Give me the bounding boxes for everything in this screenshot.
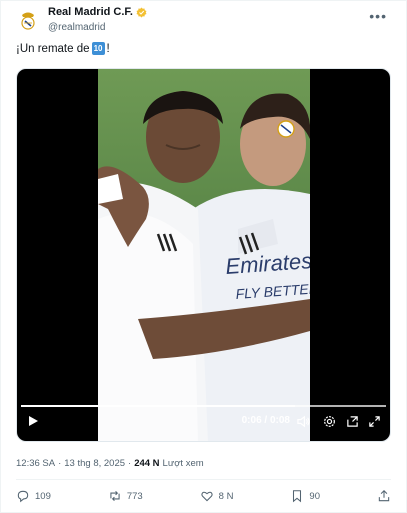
tweet-meta: 12:36 SA · 13 thg 8, 2025 · 244 N Lượt x… bbox=[16, 458, 204, 469]
action-bar: 109 773 8 N 90 bbox=[16, 487, 391, 505]
reply-count: 109 bbox=[35, 490, 51, 502]
tweet-time[interactable]: 12:36 SA bbox=[16, 458, 55, 469]
post-text-after: ! bbox=[106, 42, 110, 55]
settings-gear-icon[interactable] bbox=[323, 415, 336, 428]
repost-count: 773 bbox=[126, 490, 143, 502]
avatar[interactable] bbox=[16, 9, 40, 33]
repost-button[interactable]: 773 bbox=[108, 489, 143, 503]
meta-separator: · bbox=[58, 458, 62, 469]
share-button[interactable] bbox=[377, 489, 391, 503]
heart-icon bbox=[201, 491, 213, 502]
bookmark-button[interactable]: 90 bbox=[290, 489, 320, 503]
repost-icon bbox=[110, 490, 120, 502]
fullscreen-icon[interactable] bbox=[368, 415, 381, 428]
views-label: Lượt xem bbox=[162, 458, 204, 469]
video-progress-fill bbox=[21, 405, 295, 407]
view-count: 244 N bbox=[134, 458, 160, 469]
play-icon[interactable] bbox=[27, 415, 39, 427]
divider bbox=[16, 479, 391, 480]
video-progress-bar[interactable] bbox=[21, 405, 386, 407]
bookmark-icon bbox=[293, 490, 302, 503]
author-handle[interactable]: @realmadrid bbox=[48, 21, 147, 34]
like-button[interactable]: 8 N bbox=[200, 489, 234, 503]
picture-in-picture-icon[interactable] bbox=[346, 415, 359, 428]
real-madrid-crest-icon bbox=[21, 12, 35, 30]
share-icon bbox=[378, 490, 390, 502]
video-time: 0:06 / 0:08 bbox=[241, 415, 290, 426]
video-still-image: Emirates FLY BETTER bbox=[98, 69, 310, 441]
reply-icon bbox=[17, 490, 29, 503]
meta-separator: · bbox=[128, 458, 132, 469]
video-frame[interactable]: Emirates FLY BETTER bbox=[98, 69, 310, 441]
verified-badge-icon bbox=[136, 7, 147, 18]
video-player[interactable]: Emirates FLY BETTER 0:06 / 0:08 bbox=[16, 68, 391, 442]
video-controls: 0:06 / 0:08 bbox=[17, 401, 390, 441]
more-options-icon[interactable]: ••• bbox=[369, 8, 387, 24]
keycap-ten-emoji: 10 bbox=[91, 42, 105, 55]
author-name[interactable]: Real Madrid C.F. bbox=[48, 6, 133, 19]
post-text-before: ¡Un remate de bbox=[16, 42, 90, 55]
reply-button[interactable]: 109 bbox=[16, 489, 51, 503]
like-count: 8 N bbox=[218, 490, 234, 502]
post-text: ¡Un remate de 10 ! bbox=[16, 42, 110, 55]
bookmark-count: 90 bbox=[309, 490, 320, 502]
tweet-header: Real Madrid C.F. @realmadrid ••• bbox=[16, 6, 397, 40]
tweet-date[interactable]: 13 thg 8, 2025 bbox=[64, 458, 125, 469]
volume-icon[interactable] bbox=[297, 415, 310, 428]
